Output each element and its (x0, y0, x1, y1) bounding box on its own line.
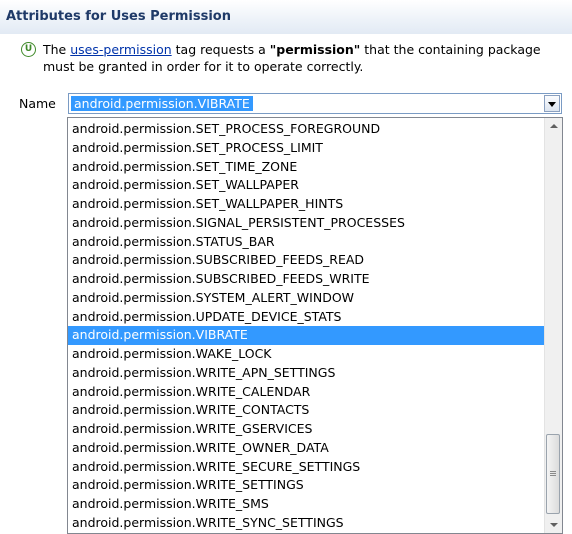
scrollbar-thumb[interactable] (546, 434, 560, 514)
dropdown-item[interactable]: android.permission.SET_PROCESS_LIMIT (68, 139, 544, 158)
dropdown-item[interactable]: android.permission.WRITE_GSERVICES (68, 420, 544, 439)
dropdown-item[interactable]: android.permission.WRITE_SMS (68, 495, 544, 514)
dropdown-item[interactable]: android.permission.WRITE_SYNC_SETTINGS (68, 514, 544, 533)
description-middle: tag requests a (171, 42, 270, 57)
dropdown-items: android.permission.SET_PROCESS_FOREGROUN… (68, 120, 544, 533)
name-combo[interactable]: android.permission.VIBRATE (68, 93, 562, 114)
dropdown-item[interactable]: android.permission.UPDATE_DEVICE_STATS (68, 308, 544, 327)
description-bold: "permission" (269, 42, 361, 57)
dropdown-item[interactable]: android.permission.SUBSCRIBED_FEEDS_READ (68, 251, 544, 270)
grip-icon (550, 471, 556, 472)
name-label: Name (19, 96, 56, 111)
description-text: The uses-permission tag requests a "perm… (21, 41, 566, 75)
dropdown-item[interactable]: android.permission.SUBSCRIBED_FEEDS_WRIT… (68, 270, 544, 289)
section-header: Attributes for Uses Permission (0, 0, 572, 34)
name-combo-value[interactable]: android.permission.VIBRATE (71, 96, 253, 111)
dropdown-item[interactable]: android.permission.VIBRATE (68, 326, 544, 345)
section-title: Attributes for Uses Permission (6, 9, 231, 24)
dropdown-item[interactable]: android.permission.SET_WALLPAPER (68, 176, 544, 195)
dropdown-item[interactable]: android.permission.WRITE_SECURE_SETTINGS (68, 458, 544, 477)
dropdown-item[interactable]: android.permission.WRITE_CALENDAR (68, 383, 544, 402)
dropdown-item[interactable]: android.permission.WRITE_OWNER_DATA (68, 439, 544, 458)
dropdown-item[interactable]: android.permission.SIGNAL_PERSISTENT_PRO… (68, 214, 544, 233)
arrow-up-icon (550, 124, 558, 128)
info-circle-icon: U (21, 42, 36, 57)
arrow-down-icon (550, 523, 558, 527)
dropdown-item[interactable]: android.permission.STATUS_BAR (68, 233, 544, 252)
dropdown-item[interactable]: android.permission.WAKE_LOCK (68, 345, 544, 364)
vertical-scrollbar[interactable] (544, 118, 562, 533)
description: U The uses-permission tag requests a "pe… (21, 41, 566, 75)
chevron-down-icon (548, 102, 556, 107)
uses-permission-link[interactable]: uses-permission (70, 42, 171, 57)
dropdown-item[interactable]: android.permission.WRITE_SETTINGS (68, 476, 544, 495)
dropdown-item[interactable]: android.permission.WRITE_APN_SETTINGS (68, 364, 544, 383)
permission-dropdown-list[interactable]: android.permission.SET_PROCESS_FOREGROUN… (67, 117, 563, 534)
dropdown-item[interactable]: android.permission.WRITE_CONTACTS (68, 401, 544, 420)
dropdown-item[interactable]: android.permission.SYSTEM_ALERT_WINDOW (68, 289, 544, 308)
description-prefix: The (43, 42, 71, 57)
dropdown-item[interactable]: android.permission.SET_WALLPAPER_HINTS (68, 195, 544, 214)
scroll-up-button[interactable] (545, 118, 562, 135)
scroll-down-button[interactable] (545, 516, 562, 533)
dropdown-item[interactable]: android.permission.SET_TIME_ZONE (68, 158, 544, 177)
dropdown-item[interactable]: android.permission.SET_PROCESS_FOREGROUN… (68, 120, 544, 139)
name-combo-dropdown-button[interactable] (544, 95, 560, 112)
